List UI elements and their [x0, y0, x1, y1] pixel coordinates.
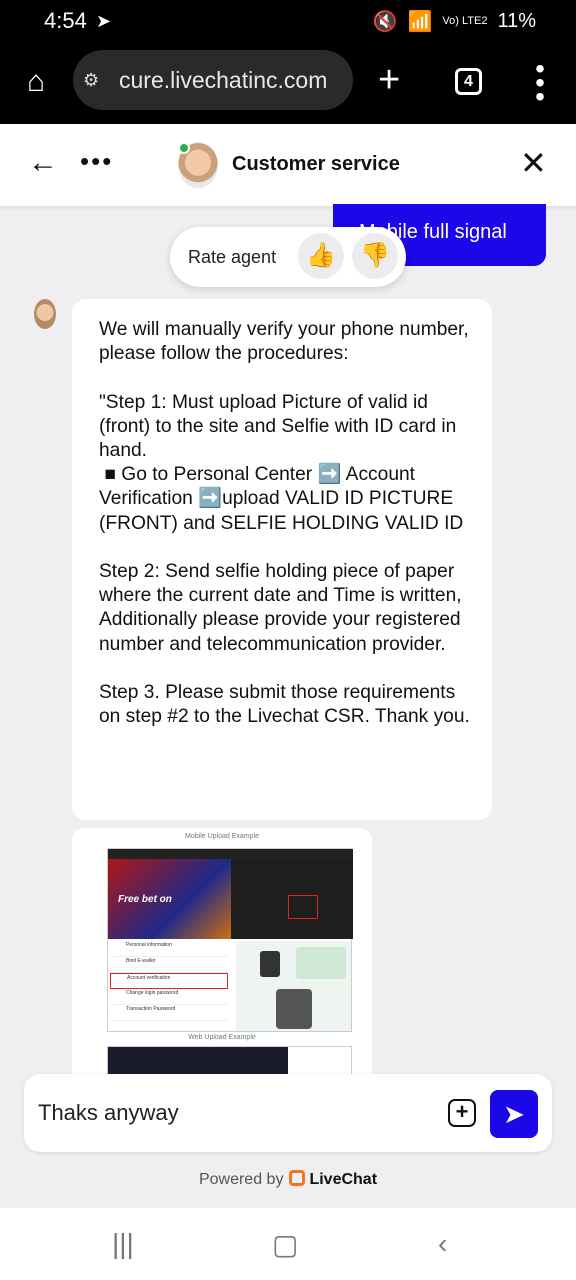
highlight-box — [288, 895, 318, 919]
recent-apps-icon[interactable]: ||| — [112, 1228, 134, 1260]
chat-header: ← ••• Customer service ✕ — [0, 124, 576, 206]
android-nav-bar: ||| ▢ ‹ — [0, 1208, 576, 1280]
list-item: Account verification — [110, 973, 228, 989]
id-photo — [260, 951, 280, 977]
send-icon[interactable]: ➤ — [490, 1090, 538, 1138]
settings-list: Personal information Bind E-wallet Accou… — [110, 941, 228, 1031]
status-bar: 4:54 ➤ 🔇 📶 Vo) LTE2 11% — [0, 0, 576, 42]
list-item: Bind E-wallet — [110, 957, 228, 973]
message-composer: Thaks anyway + ➤ — [24, 1074, 552, 1152]
home-nav-icon[interactable]: ▢ — [272, 1228, 298, 1261]
site-settings-icon[interactable]: ⚙ — [83, 70, 109, 91]
promo-text: Free bet on — [118, 894, 172, 905]
battery-text: 11% — [497, 10, 536, 32]
more-menu-icon[interactable]: • • • — [530, 55, 550, 111]
wifi-icon: 📶 — [407, 11, 433, 33]
thumbs-down-icon[interactable]: 👎 — [352, 233, 398, 279]
tab-switcher-button[interactable]: 4 — [455, 68, 482, 95]
attach-plus-icon[interactable]: + — [448, 1099, 476, 1127]
message-input[interactable]: Thaks anyway — [38, 1100, 179, 1126]
mock-topbar — [108, 849, 353, 859]
agent-message-avatar — [34, 299, 56, 329]
id-card — [296, 947, 346, 979]
mobile-upload-caption: Mobile Upload Example — [185, 833, 259, 840]
online-status-dot — [178, 142, 190, 154]
web-upload-caption: Web Upload Example — [188, 1034, 256, 1041]
clock: 4:54 — [44, 8, 87, 33]
list-item: Transaction Password — [110, 1005, 228, 1021]
selfie-photo — [276, 989, 312, 1029]
livechat-logo-icon — [289, 1170, 306, 1186]
home-icon[interactable]: ⌂ — [20, 66, 52, 98]
promo-banner: Free bet on — [108, 859, 231, 939]
more-options-icon[interactable]: ••• — [80, 146, 113, 177]
back-arrow-icon[interactable]: ← — [28, 146, 58, 180]
mobile-mockup: Free bet on Personal information Bind E-… — [107, 848, 353, 1032]
agent-message-bubble: We will manually verify your phone numbe… — [72, 299, 492, 820]
rate-agent-label: Rate agent — [188, 246, 277, 267]
livechat-brand[interactable]: LiveChat — [309, 1171, 377, 1188]
id-card-example — [236, 941, 351, 1031]
powered-by-text: Powered by — [198, 1171, 284, 1188]
new-tab-button[interactable]: + — [378, 60, 400, 100]
telegram-icon: ➤ — [96, 11, 112, 31]
browser-toolbar: ⌂ ⚙ cure.livechatinc.com + 4 • • • — [0, 42, 576, 124]
close-icon[interactable]: ✕ — [520, 144, 547, 182]
chat-window: ← ••• Customer service ✕ Mobile full sig… — [0, 124, 576, 1208]
list-item: Personal information — [110, 941, 228, 957]
upload-example-image[interactable]: Mobile Upload Example Free bet on Person… — [72, 828, 372, 1088]
chat-title: Customer service — [232, 153, 400, 175]
back-nav-icon[interactable]: ‹ — [438, 1228, 447, 1260]
powered-by-footer: Powered by LiveChat — [0, 1170, 576, 1189]
rate-agent-popup: Rate agent 👍 👎 — [170, 227, 406, 287]
mute-icon: 🔇 — [372, 11, 398, 33]
network-label: Vo) LTE2 — [442, 15, 488, 27]
url-text: cure.livechatinc.com — [119, 66, 328, 93]
address-bar[interactable]: ⚙ cure.livechatinc.com — [73, 50, 353, 110]
status-icons: 🔇 📶 Vo) LTE2 11% — [373, 9, 536, 34]
list-item: Change login password — [110, 989, 228, 1005]
thumbs-up-icon[interactable]: 👍 — [298, 233, 344, 279]
